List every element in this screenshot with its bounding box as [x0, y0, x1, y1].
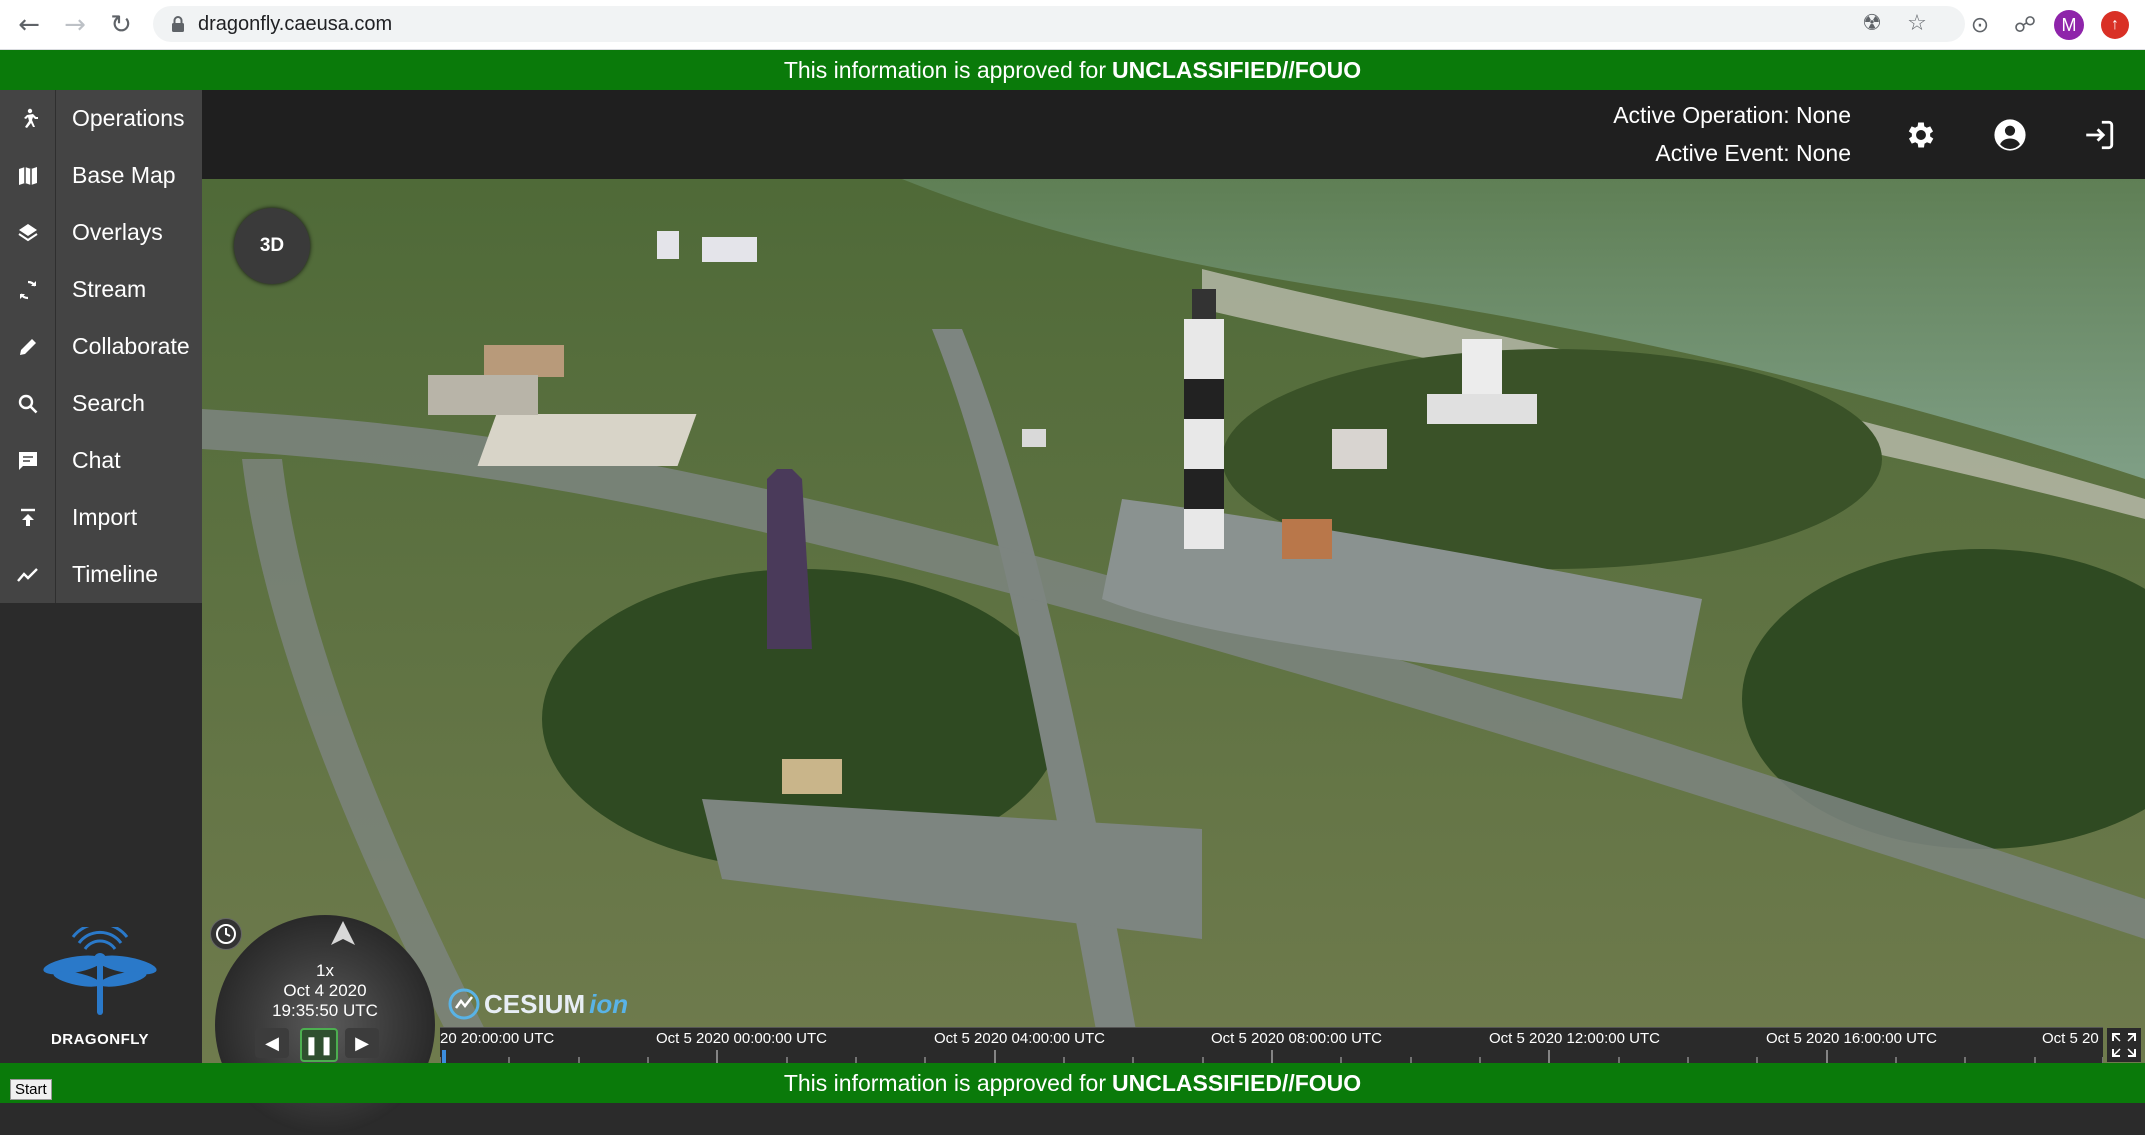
fullscreen-icon — [2112, 1033, 2136, 1057]
timeline-label: Oct 5 2020 16:00:00 UTC — [1766, 1030, 1937, 1047]
sidebar-item-overlays[interactable]: Overlays — [0, 204, 202, 262]
animation-speed: 1x — [316, 961, 334, 980]
active-operation-status: Active Operation: None — [1613, 102, 1851, 128]
cesium-ion-logo[interactable]: CESIUM ion — [448, 988, 628, 1020]
map-viewport[interactable] — [202, 179, 2145, 1063]
sidebar-item-label: Chat — [72, 447, 121, 473]
start-button[interactable]: Start — [10, 1079, 52, 1100]
sidebar-item-label: Overlays — [72, 219, 163, 245]
sidebar-item-chat[interactable]: Chat — [0, 432, 202, 490]
animation-widget: 1x Oct 4 2020 19:35:50 UTC ◀ ❚❚ ▶ — [205, 910, 435, 1135]
search-icon — [18, 394, 37, 413]
lock-icon — [172, 16, 184, 32]
classification-banner-top: This information is approved for UNCLASSI… — [0, 50, 2145, 90]
address-bar[interactable]: dragonfly.caeusa.com ☢ ☆ — [153, 6, 1965, 42]
pause-button[interactable]: ❚❚ — [300, 1028, 338, 1062]
account-circle-icon[interactable] — [1993, 118, 2027, 152]
scene-mode-3d-button[interactable]: 3D — [234, 208, 310, 284]
banner-prefix: This information is approved for — [783, 1069, 1106, 1096]
sidebar-item-label: Search — [72, 390, 145, 416]
sidebar-item-label: Timeline — [72, 561, 159, 587]
timeline-label: Oct 5 20 — [2042, 1030, 2099, 1047]
play-reverse-icon: ◀ — [265, 1032, 279, 1053]
play-forward-icon: ▶ — [355, 1032, 369, 1053]
chat-icon — [18, 451, 37, 470]
upload-icon — [20, 508, 35, 526]
dragonfly-logo: DRAGONFLY — [35, 922, 165, 1048]
sidebar-item-label: Operations — [72, 105, 185, 131]
sidebar-item-base-map[interactable]: Base Map — [0, 147, 202, 205]
browser-toolbar: ← → ↻ dragonfly.caeusa.com ☢ ☆ ⊙ ☍ M ↑ — [0, 0, 2145, 50]
pencil-icon — [19, 338, 36, 355]
ion-text: ion — [589, 988, 629, 1019]
trend-line-icon — [16, 567, 38, 582]
logout-icon[interactable] — [2082, 118, 2116, 152]
sidebar-item-label: Import — [72, 504, 138, 530]
url-text: dragonfly.caeusa.com — [198, 13, 393, 35]
running-person-icon — [23, 108, 38, 128]
active-event-status: Active Event: None — [1655, 140, 1851, 166]
timeline-label: Oct 5 2020 08:00:00 UTC — [1211, 1030, 1382, 1047]
timeline-bar[interactable]: 20 20:00:00 UTC Oct 5 2020 00:00:00 UTC … — [440, 1027, 2103, 1064]
sidebar-item-stream[interactable]: Stream — [0, 261, 202, 319]
profile-avatar[interactable]: M — [2054, 10, 2084, 40]
layers-icon — [17, 223, 38, 241]
terrain-scene — [202, 179, 2145, 1063]
puzzle-extensions-icon[interactable]: ☍ — [2010, 10, 2040, 40]
forward-arrow-icon[interactable]: → — [60, 10, 90, 40]
reload-icon[interactable]: ↻ — [106, 10, 136, 40]
sidebar-item-collaborate[interactable]: Collaborate — [0, 318, 202, 376]
play-reverse-button[interactable]: ◀ — [255, 1028, 289, 1058]
classification-banner-bottom: This information is approved for UNCLASSI… — [0, 1063, 2145, 1103]
sync-icon — [19, 280, 36, 299]
sidebar-item-search[interactable]: Search — [0, 375, 202, 433]
sidebar-item-operations[interactable]: Operations — [0, 90, 202, 148]
cesium-icon — [448, 988, 480, 1020]
back-arrow-icon[interactable]: ← — [14, 10, 44, 40]
sidebar-item-import[interactable]: Import — [0, 489, 202, 547]
animation-time: 19:35:50 UTC — [272, 1001, 378, 1020]
map-icon — [18, 166, 37, 185]
timeline-label: Oct 5 2020 12:00:00 UTC — [1489, 1030, 1660, 1047]
cesium-text: CESIUM — [484, 988, 586, 1019]
play-forward-button[interactable]: ▶ — [345, 1028, 379, 1058]
fullscreen-button[interactable] — [2107, 1028, 2141, 1062]
timeline-ticks — [440, 1050, 2103, 1063]
sidebar-item-label: Stream — [72, 276, 147, 302]
sidebar-item-timeline[interactable]: Timeline — [0, 546, 202, 604]
extension-icon[interactable]: ⊙ — [1965, 10, 1995, 40]
gear-icon[interactable] — [1904, 118, 1938, 152]
sidebar-item-label: Collaborate — [72, 333, 190, 359]
timeline-label: Oct 5 2020 00:00:00 UTC — [656, 1030, 827, 1047]
sidebar: Operations Base Map Overlays Stream Coll… — [0, 90, 202, 1063]
clock-icon[interactable] — [210, 918, 242, 950]
pause-icon: ❚❚ — [303, 1034, 335, 1055]
logo-text: DRAGONFLY — [50, 1031, 150, 1048]
site-permissions-icon[interactable]: ☢ — [1860, 12, 1884, 36]
dragonfly-icon — [43, 922, 157, 1015]
timeline-label: Oct 5 2020 04:00:00 UTC — [934, 1030, 1105, 1047]
banner-classification: UNCLASSIFIED//FOUO — [1111, 1069, 1362, 1096]
app-header: Active Operation: None Active Event: Non… — [202, 90, 2145, 179]
shuttle-ring-pointer-icon[interactable] — [325, 919, 361, 949]
banner-prefix: This information is approved for — [783, 56, 1106, 83]
bookmark-star-icon[interactable]: ☆ — [1905, 12, 1929, 36]
update-icon[interactable]: ↑ — [2101, 11, 2129, 39]
banner-classification: UNCLASSIFIED//FOUO — [1111, 56, 1362, 83]
sidebar-item-label: Base Map — [72, 162, 176, 188]
timeline-label: 20 20:00:00 UTC — [440, 1030, 555, 1047]
animation-date: Oct 4 2020 — [283, 981, 367, 1000]
